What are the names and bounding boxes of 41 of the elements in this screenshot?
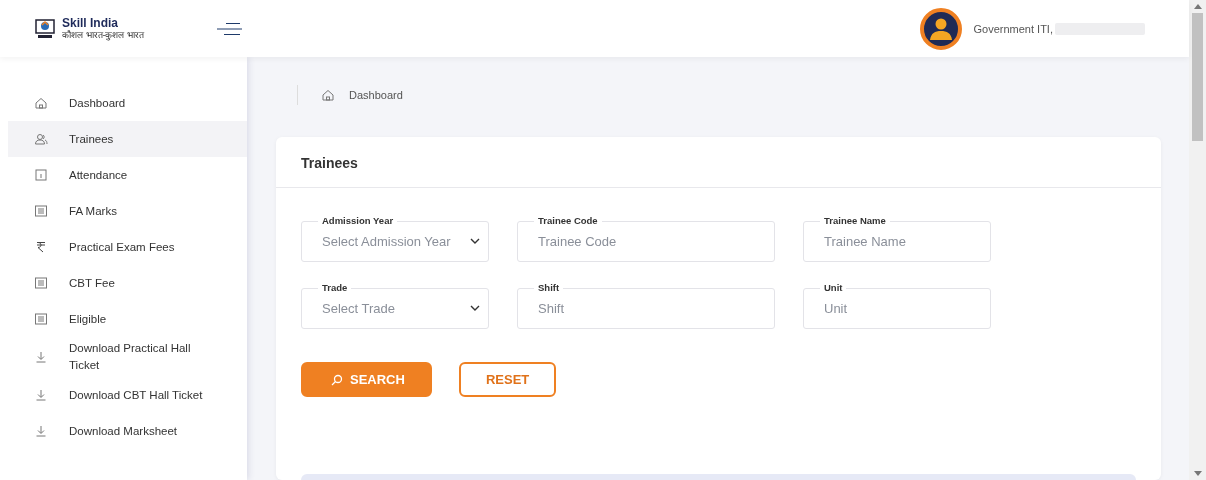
sidebar-item[interactable]: Dashboard xyxy=(8,85,247,121)
home-icon xyxy=(34,96,48,110)
chevron-down-icon xyxy=(470,305,480,311)
scrollbar[interactable] xyxy=(1189,0,1206,480)
calendar-icon xyxy=(34,168,48,182)
brand-name: Skill India xyxy=(62,16,119,30)
search-icon xyxy=(331,373,343,386)
download-icon xyxy=(34,350,48,364)
sidebar-item[interactable]: Trainees xyxy=(8,121,247,157)
chevron-down-icon xyxy=(470,238,480,244)
field-label: Shift xyxy=(534,282,564,294)
list-icon xyxy=(34,204,48,218)
sidebar-item[interactable]: Download Marksheet xyxy=(8,413,247,449)
field-label: Trainee Name xyxy=(820,215,890,227)
field-label: Admission Year xyxy=(318,215,398,227)
list-icon xyxy=(34,276,48,290)
sidebar-item[interactable]: CBT Fee xyxy=(8,265,247,301)
field-label: Unit xyxy=(820,282,847,294)
breadcrumb-link[interactable]: Dashboard xyxy=(349,89,403,101)
sidebar-item[interactable]: Download CBT Hall Ticket xyxy=(8,377,247,413)
field-label: Trainee Code xyxy=(534,215,602,227)
download-icon xyxy=(34,388,48,402)
brand-tagline: कौशल भारत-कुशल भारत xyxy=(62,29,144,41)
sidebar-item[interactable]: Attendance xyxy=(8,157,247,193)
avatar-icon[interactable] xyxy=(919,7,962,50)
list-icon xyxy=(34,312,48,326)
logo-icon xyxy=(34,18,56,39)
scroll-up-icon[interactable] xyxy=(1193,4,1202,9)
sidebar-item[interactable]: Download Practical Hall Ticket xyxy=(8,337,247,377)
scroll-down-icon[interactable] xyxy=(1193,471,1202,476)
sidebar-item[interactable]: Practical Exam Fees xyxy=(8,229,247,265)
user-name: Government ITI, xyxy=(973,22,1053,35)
sidebar-item[interactable]: Eligible xyxy=(8,301,247,337)
rupee-icon xyxy=(34,240,48,254)
sidebar-item[interactable]: FA Marks xyxy=(8,193,247,229)
home-icon xyxy=(321,88,335,102)
scrollbar-thumb[interactable] xyxy=(1192,13,1203,141)
download-icon xyxy=(34,424,48,438)
users-icon xyxy=(34,132,48,146)
card-title: Trainees xyxy=(276,137,1161,188)
field-label: Trade xyxy=(318,282,352,294)
